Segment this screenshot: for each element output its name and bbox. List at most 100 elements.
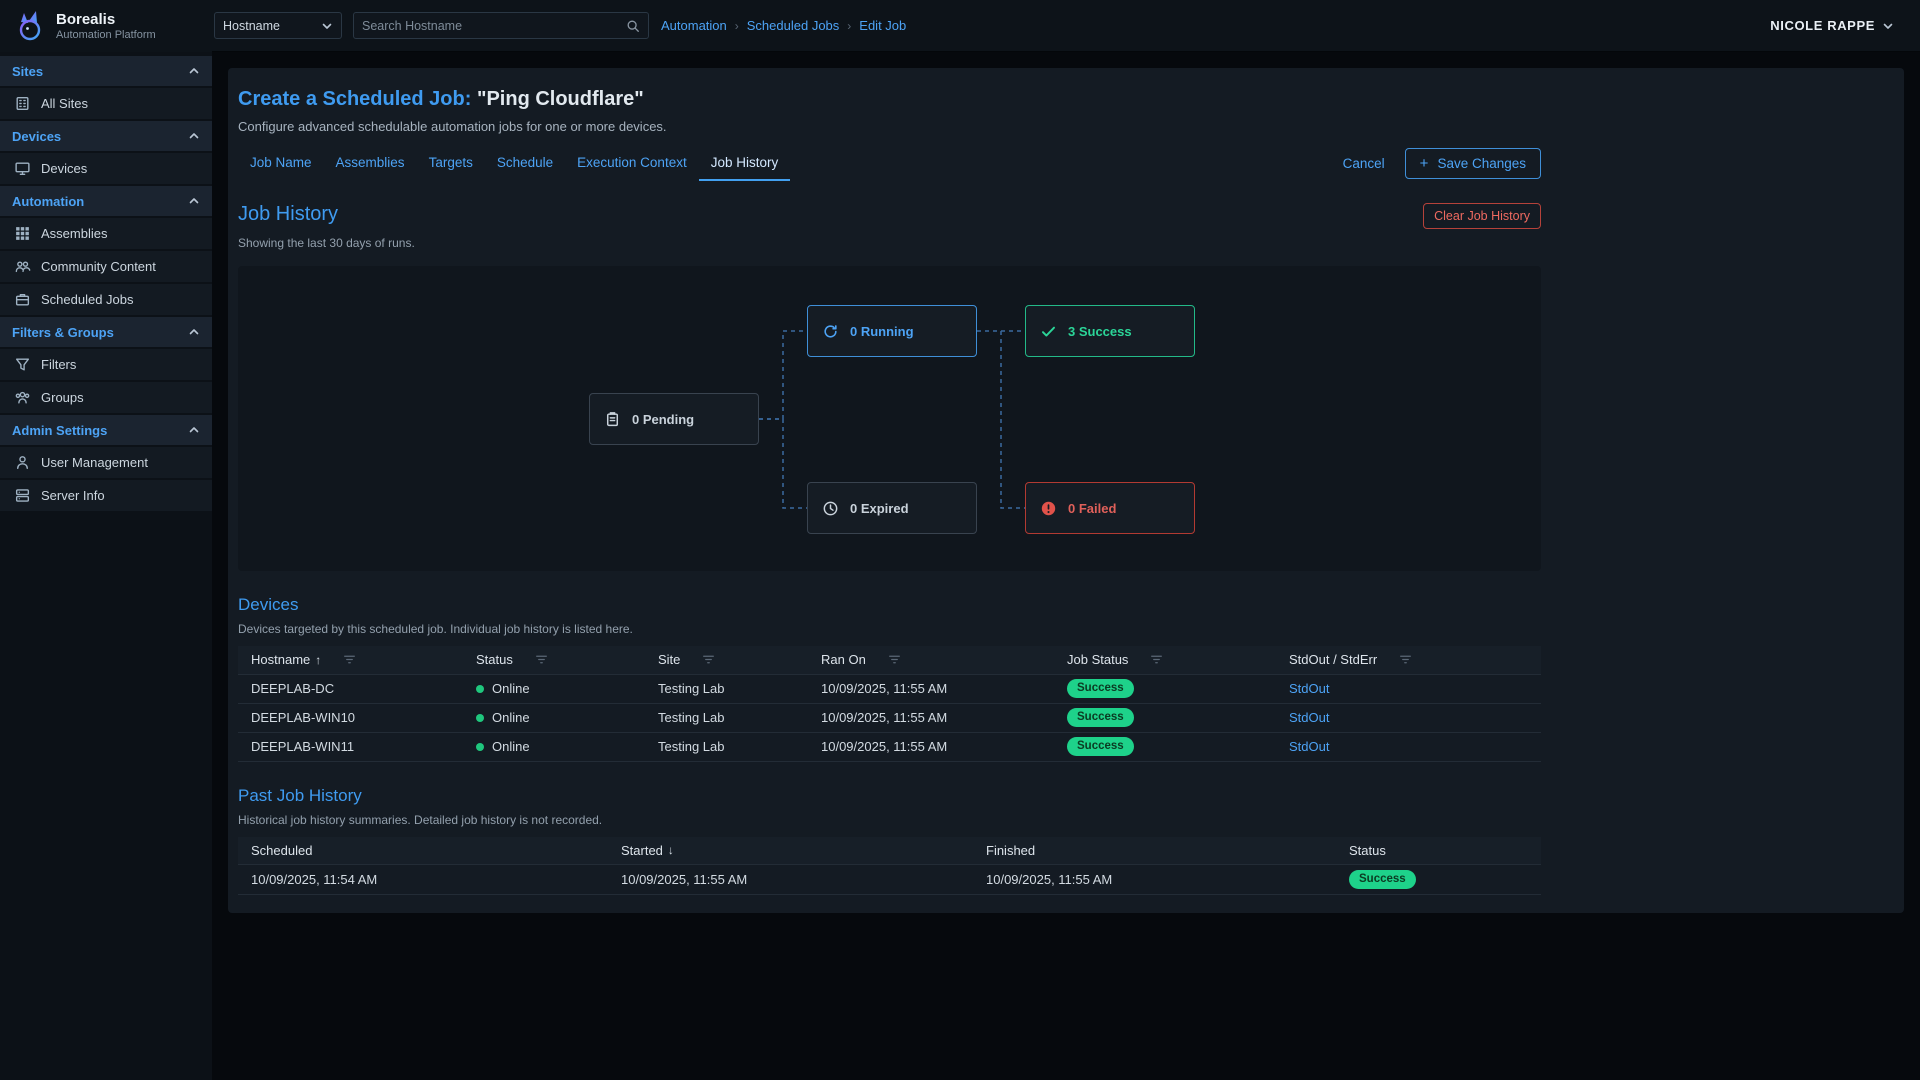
- cell-status: Success: [1336, 865, 1541, 895]
- search-input[interactable]: [362, 19, 626, 33]
- tab-schedule[interactable]: Schedule: [485, 146, 565, 181]
- sidebar-item-community-content[interactable]: Community Content: [0, 251, 212, 282]
- status-node-success[interactable]: 3 Success: [1025, 305, 1195, 357]
- status-node-running[interactable]: 0 Running: [807, 305, 977, 357]
- sidebar-item-label: All Sites: [41, 96, 88, 111]
- save-changes-button[interactable]: + Save Changes: [1405, 148, 1541, 179]
- sidebar-section-sites[interactable]: Sites: [0, 56, 212, 86]
- column-filter-icon[interactable]: [1150, 653, 1163, 666]
- col-stdout[interactable]: StdOut / StdErr: [1276, 646, 1541, 674]
- col-hostname[interactable]: Hostname↑: [238, 646, 463, 674]
- user-menu[interactable]: NICOLE RAPPE: [1770, 18, 1894, 33]
- breadcrumb-scheduled-jobs[interactable]: Scheduled Jobs: [747, 18, 840, 33]
- briefcase-icon: [14, 291, 31, 308]
- groups-icon: [14, 389, 31, 406]
- col-status[interactable]: Status: [463, 646, 645, 674]
- sidebar-item-filters[interactable]: Filters: [0, 349, 212, 380]
- cell-job-status: Success: [1054, 703, 1276, 732]
- sidebar-item-server-info[interactable]: Server Info: [0, 480, 212, 511]
- status-node-expired[interactable]: 0 Expired: [807, 482, 977, 534]
- app-root: Borealis Automation Platform Sites All S…: [0, 0, 1920, 1080]
- chevron-up-icon: [188, 65, 200, 77]
- breadcrumb-automation[interactable]: Automation: [661, 18, 727, 33]
- cell-hostname: DEEPLAB-WIN11: [238, 732, 463, 761]
- sidebar-item-devices[interactable]: Devices: [0, 153, 212, 184]
- cell-ran-on: 10/09/2025, 11:55 AM: [808, 732, 1054, 761]
- breadcrumb-edit-job[interactable]: Edit Job: [859, 18, 906, 33]
- hostname-select[interactable]: Hostname: [214, 12, 342, 39]
- sidebar-item-label: User Management: [41, 455, 148, 470]
- cell-hostname: DEEPLAB-WIN10: [238, 703, 463, 732]
- devices-subtitle: Devices targeted by this scheduled job. …: [238, 622, 1541, 636]
- sidebar-section-filters-groups[interactable]: Filters & Groups: [0, 317, 212, 347]
- column-filter-icon[interactable]: [888, 653, 901, 666]
- brand-name: Borealis: [56, 11, 156, 28]
- tab-assemblies[interactable]: Assemblies: [324, 146, 417, 181]
- sidebar: Borealis Automation Platform Sites All S…: [0, 0, 212, 1080]
- sidebar-section-admin-settings[interactable]: Admin Settings: [0, 415, 212, 445]
- breadcrumb-separator: ›: [847, 19, 851, 33]
- col-started[interactable]: Started↓: [608, 837, 973, 865]
- chevron-up-icon: [188, 195, 200, 207]
- col-label: Status: [1349, 843, 1386, 858]
- content-area: Create a Scheduled Job: "Ping Cloudflare…: [212, 52, 1920, 1080]
- table-row: DEEPLAB-WIN11 Online Testing Lab 10/09/2…: [238, 732, 1541, 761]
- edit-job-panel: Create a Scheduled Job: "Ping Cloudflare…: [228, 68, 1904, 913]
- col-site[interactable]: Site: [645, 646, 808, 674]
- tab-actions: Cancel + Save Changes: [1343, 148, 1541, 179]
- stdout-link[interactable]: StdOut: [1289, 739, 1329, 754]
- devices-table-header-row: Hostname↑ Status Site Ran On Job Status …: [238, 646, 1541, 674]
- status-badge: Success: [1067, 737, 1134, 756]
- tabs: Job Name Assemblies Targets Schedule Exe…: [238, 146, 790, 181]
- col-job-status[interactable]: Job Status: [1054, 646, 1276, 674]
- sidebar-item-all-sites[interactable]: All Sites: [0, 88, 212, 119]
- chevron-down-icon: [1882, 20, 1894, 32]
- job-history-header: Job History Clear Job History: [238, 203, 1541, 229]
- sort-asc-icon: ↑: [315, 653, 321, 667]
- column-filter-icon[interactable]: [343, 653, 356, 666]
- plus-icon: +: [1420, 156, 1429, 171]
- content-inner: Create a Scheduled Job: "Ping Cloudflare…: [238, 88, 1541, 895]
- brand-subtitle: Automation Platform: [56, 29, 156, 41]
- sidebar-item-groups[interactable]: Groups: [0, 382, 212, 413]
- cancel-button[interactable]: Cancel: [1343, 156, 1385, 171]
- sidebar-nav: Sites All Sites Devices Devices Automati…: [0, 56, 212, 511]
- stdout-link[interactable]: StdOut: [1289, 681, 1329, 696]
- tab-job-history[interactable]: Job History: [699, 146, 791, 181]
- tab-job-name[interactable]: Job Name: [238, 146, 324, 181]
- refresh-icon: [822, 323, 839, 340]
- column-filter-icon[interactable]: [535, 653, 548, 666]
- col-finished[interactable]: Finished: [973, 837, 1336, 865]
- col-ran-on[interactable]: Ran On: [808, 646, 1054, 674]
- column-filter-icon[interactable]: [702, 653, 715, 666]
- chevron-up-icon: [188, 130, 200, 142]
- sidebar-item-assemblies[interactable]: Assemblies: [0, 218, 212, 249]
- table-row: DEEPLAB-DC Online Testing Lab 10/09/2025…: [238, 674, 1541, 703]
- sidebar-section-automation[interactable]: Automation: [0, 186, 212, 216]
- status-node-label: 3 Success: [1068, 324, 1132, 339]
- stdout-link[interactable]: StdOut: [1289, 710, 1329, 725]
- sidebar-item-label: Community Content: [41, 259, 156, 274]
- tab-targets[interactable]: Targets: [417, 146, 485, 181]
- sidebar-section-devices[interactable]: Devices: [0, 121, 212, 151]
- table-row: DEEPLAB-WIN10 Online Testing Lab 10/09/2…: [238, 703, 1541, 732]
- sidebar-item-user-management[interactable]: User Management: [0, 447, 212, 478]
- cell-finished: 10/09/2025, 11:55 AM: [973, 865, 1336, 895]
- col-scheduled[interactable]: Scheduled: [238, 837, 608, 865]
- sidebar-item-scheduled-jobs[interactable]: Scheduled Jobs: [0, 284, 212, 315]
- tabs-row: Job Name Assemblies Targets Schedule Exe…: [238, 146, 1541, 181]
- col-status[interactable]: Status: [1336, 837, 1541, 865]
- status-text: Online: [492, 739, 530, 754]
- column-filter-icon[interactable]: [1399, 653, 1412, 666]
- status-badge: Success: [1349, 870, 1416, 889]
- status-node-failed[interactable]: 0 Failed: [1025, 482, 1195, 534]
- past-job-history-table: Scheduled Started↓ Finished Status 10/09…: [238, 837, 1541, 896]
- cell-job-status: Success: [1054, 674, 1276, 703]
- clear-job-history-button[interactable]: Clear Job History: [1423, 203, 1541, 229]
- tab-execution-context[interactable]: Execution Context: [565, 146, 699, 181]
- status-node-pending[interactable]: 0 Pending: [589, 393, 759, 445]
- cell-stdout: StdOut: [1276, 703, 1541, 732]
- server-icon: [14, 487, 31, 504]
- col-label: Job Status: [1067, 652, 1128, 667]
- col-label: Status: [476, 652, 513, 667]
